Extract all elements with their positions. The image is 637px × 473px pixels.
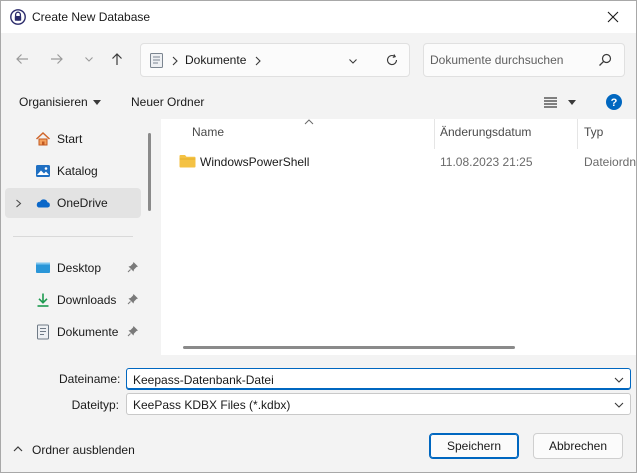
column-header-type[interactable]: Typ: [584, 125, 603, 139]
sidebar-item-katalog[interactable]: Katalog: [5, 156, 141, 186]
breadcrumb-documents[interactable]: Dokumente: [185, 53, 246, 67]
arrow-left-icon: [16, 54, 28, 64]
chevron-right-icon: [172, 56, 178, 66]
sort-ascending-icon: [304, 119, 314, 125]
sidebar-item-label: Desktop: [57, 261, 102, 275]
table-row[interactable]: WindowsPowerShell 11.08.2023 21:25 Datei…: [161, 149, 636, 175]
save-dialog: Create New Database Dokumente Dokumente …: [0, 0, 637, 473]
view-options-button[interactable]: [539, 89, 581, 115]
filetype-value: KeePass KDBX Files (*.kdbx): [133, 398, 291, 412]
sidebar-scrollbar[interactable]: [148, 133, 151, 211]
help-icon: ?: [606, 94, 622, 110]
horizontal-scrollbar[interactable]: [183, 346, 515, 349]
search-icon: [599, 53, 612, 66]
caret-down-icon: [93, 100, 101, 105]
sidebar-item-label: Downloads: [57, 293, 117, 307]
pin-icon[interactable]: [127, 293, 139, 305]
sidebar-item-label: Katalog: [57, 164, 98, 178]
chevron-right-icon[interactable]: [15, 199, 22, 208]
arrow-right-icon: [51, 54, 63, 64]
folder-icon: [179, 155, 196, 168]
chevron-right-icon: [255, 56, 261, 66]
address-bar[interactable]: Dokumente: [140, 43, 410, 77]
home-icon: [35, 131, 51, 146]
up-button[interactable]: [106, 48, 128, 70]
close-button[interactable]: [590, 1, 636, 33]
file-list: Name Änderungsdatum Typ WindowsPowerShel…: [161, 119, 636, 355]
sidebar-item-desktop[interactable]: Desktop: [5, 253, 141, 283]
command-bar: Organisieren Neuer Ordner ?: [1, 85, 636, 119]
cancel-button[interactable]: Abbrechen: [533, 433, 623, 459]
chevron-down-icon: [614, 402, 624, 408]
svg-text:?: ?: [611, 97, 618, 109]
recent-locations-button[interactable]: [78, 48, 100, 70]
filename-value[interactable]: Keepass-Datenbank-Datei: [133, 373, 274, 387]
hide-folders-button[interactable]: Ordner ausblenden: [9, 437, 139, 461]
file-type: Dateiordn: [584, 155, 637, 169]
chevron-down-icon: [85, 57, 93, 62]
back-button[interactable]: [11, 48, 33, 70]
filetype-select[interactable]: KeePass KDBX Files (*.kdbx): [126, 393, 631, 415]
search-placeholder[interactable]: Dokumente durchsuchen: [430, 53, 563, 67]
pin-icon[interactable]: [127, 261, 139, 273]
sidebar-item-onedrive[interactable]: OneDrive: [5, 188, 141, 218]
sidebar-divider: [13, 236, 133, 237]
sidebar-item-start[interactable]: Start: [5, 124, 141, 154]
filename-input[interactable]: Keepass-Datenbank-Datei: [126, 368, 631, 390]
file-name: WindowsPowerShell: [200, 155, 310, 169]
caret-down-icon: [568, 100, 576, 105]
refresh-icon[interactable]: [385, 53, 399, 67]
sidebar-item-label: OneDrive: [57, 196, 108, 210]
sidebar-item-label: Dokumente: [57, 325, 119, 339]
title-bar: Create New Database: [1, 1, 636, 33]
list-view-icon: [544, 97, 557, 108]
organize-button[interactable]: Organisieren: [13, 89, 105, 115]
column-header-name[interactable]: Name: [192, 125, 224, 139]
help-button[interactable]: ?: [606, 94, 622, 110]
keepass-lock-icon: [10, 9, 26, 25]
column-header-row: Name Änderungsdatum Typ: [161, 119, 636, 149]
navigation-bar: Dokumente Dokumente durchsuchen: [1, 33, 636, 85]
arrow-up-icon: [112, 53, 122, 65]
navigation-pane: Start Katalog OneDrive Desktop Downloads…: [1, 119, 158, 355]
download-icon: [37, 293, 49, 307]
chevron-up-icon: [13, 446, 23, 452]
desktop-icon: [36, 262, 50, 273]
filetype-label: Dateityp:: [71, 398, 119, 412]
hide-folders-label: Ordner ausblenden: [32, 443, 135, 457]
documents-icon: [150, 53, 163, 68]
forward-button[interactable]: [46, 48, 68, 70]
pin-icon[interactable]: [127, 325, 139, 337]
column-header-date[interactable]: Änderungsdatum: [440, 125, 531, 139]
search-box[interactable]: Dokumente durchsuchen: [423, 43, 625, 77]
gallery-icon: [36, 165, 50, 177]
new-folder-label: Neuer Ordner: [131, 95, 205, 109]
column-divider[interactable]: [577, 119, 578, 149]
sidebar-item-downloads[interactable]: Downloads: [5, 285, 141, 315]
window-title: Create New Database: [32, 10, 151, 24]
save-button[interactable]: Speichern: [429, 433, 519, 459]
file-date: 11.08.2023 21:25: [440, 155, 533, 169]
cloud-icon: [36, 199, 50, 208]
filename-label: Dateiname:: [59, 372, 121, 386]
documents-icon: [37, 324, 49, 340]
chevron-down-icon[interactable]: [613, 374, 625, 386]
sidebar-item-dokumente[interactable]: Dokumente: [5, 317, 141, 347]
sidebar-item-label: Start: [57, 132, 83, 146]
close-icon: [607, 11, 619, 23]
organize-label: Organisieren: [19, 95, 88, 109]
column-divider[interactable]: [434, 119, 435, 149]
address-dropdown-icon[interactable]: [348, 56, 358, 66]
new-folder-button[interactable]: Neuer Ordner: [125, 89, 209, 115]
